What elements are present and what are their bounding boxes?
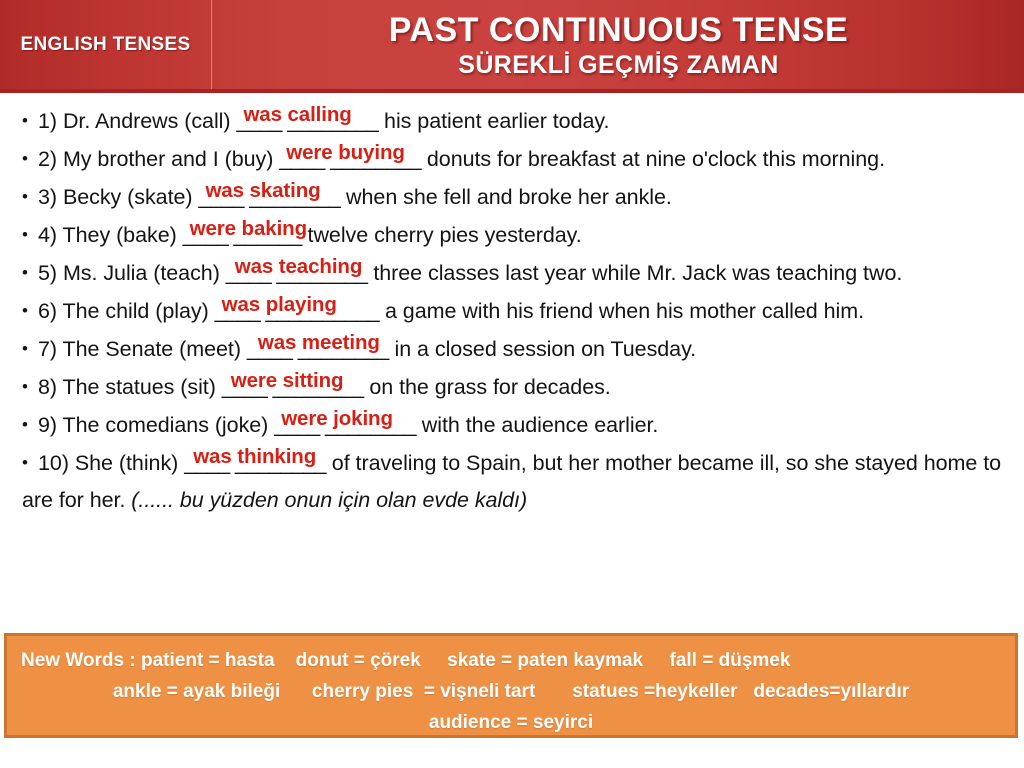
bullet-icon: • bbox=[22, 377, 28, 396]
exercise-prompt: 9) The comedians (joke) bbox=[38, 413, 275, 437]
bullet-icon: • bbox=[22, 339, 28, 358]
exercise-tail: twelve cherry pies yesterday. bbox=[301, 223, 582, 247]
exercise-prompt: 3) Becky (skate) bbox=[38, 185, 199, 209]
bullet-icon: • bbox=[22, 111, 28, 130]
exercise-tail: three classes last year while Mr. Jack w… bbox=[367, 261, 903, 285]
exercise-tail: a game with his friend when his mother c… bbox=[379, 299, 865, 323]
exercise-prompt: 10) She (think) bbox=[38, 451, 185, 475]
bullet-icon: • bbox=[22, 415, 28, 434]
exercise-item: • 8) The statues (sit) ____ ________ were … bbox=[22, 368, 1010, 406]
answer-text: was meeting bbox=[257, 331, 380, 354]
bullet-icon: • bbox=[22, 187, 28, 206]
page-subtitle: SÜREKLİ GEÇMİŞ ZAMAN bbox=[458, 50, 779, 79]
exercise-prompt: 7) The Senate (meet) bbox=[38, 337, 247, 361]
exercise-item: • 5) Ms. Julia (teach) ____ ________ was t… bbox=[22, 254, 1010, 292]
exercise-tail: with the audience earlier. bbox=[415, 413, 659, 437]
exercise-list: • 1) Dr. Andrews (call) ____ ________ was … bbox=[0, 93, 1024, 519]
answer-text: was calling bbox=[243, 103, 352, 126]
answer-text: was playing bbox=[221, 293, 337, 316]
answer-text: were baking bbox=[189, 217, 308, 240]
bullet-icon: • bbox=[22, 263, 28, 282]
exercise-item: • 3) Becky (skate) ____ ________ was skati… bbox=[22, 178, 1010, 216]
exercise-prompt: 4) They (bake) bbox=[38, 223, 183, 247]
exercise-item: • 1) Dr. Andrews (call) ____ ________ was … bbox=[22, 102, 1010, 140]
new-words-box: New Words : patient = hasta donut = çöre… bbox=[4, 633, 1018, 738]
exercise-tail: in a closed session on Tuesday. bbox=[388, 337, 697, 361]
exercise-item: • 10) She (think) ____ ________ was thinki… bbox=[22, 444, 1010, 519]
answer-text: was skating bbox=[205, 179, 321, 202]
bullet-icon: • bbox=[22, 301, 28, 320]
exercise-item: • 4) They (bake) ____ ______ were baking t… bbox=[22, 216, 1010, 254]
exercise-item: • 7) The Senate (meet) ____ ________ was m… bbox=[22, 330, 1010, 368]
title-panel: PAST CONTINUOUS TENSE SÜREKLİ GEÇMİŞ ZAM… bbox=[213, 0, 1024, 89]
exercise-tail: his patient earlier today. bbox=[378, 109, 610, 133]
answer-text: were joking bbox=[281, 407, 393, 430]
bullet-icon: • bbox=[22, 149, 28, 168]
exercise-prompt: 2) My brother and I (buy) bbox=[38, 147, 280, 171]
exercise-prompt: 1) Dr. Andrews (call) bbox=[38, 109, 237, 133]
answer-text: was thinking bbox=[193, 445, 317, 468]
page-title: PAST CONTINUOUS TENSE bbox=[388, 10, 849, 49]
bullet-icon: • bbox=[22, 453, 28, 472]
exercise-item: • 9) The comedians (joke) ____ ________ we… bbox=[22, 406, 1010, 444]
answer-blank[interactable]: ____ ________ was thinking bbox=[184, 445, 326, 482]
exercise-prompt: 8) The statues (sit) bbox=[38, 375, 222, 399]
answer-text: was teaching bbox=[234, 255, 363, 278]
brand-label: ENGLISH TENSES bbox=[20, 33, 191, 55]
exercise-item: • 2) My brother and I (buy) ____ ________… bbox=[22, 140, 1010, 178]
glossary-line: New Words : patient = hasta donut = çöre… bbox=[21, 650, 791, 671]
glossary-line: audience = seyirci bbox=[428, 712, 594, 733]
bullet-icon: • bbox=[22, 225, 28, 244]
translation-note: (...... bu yüzden onun için olan evde ka… bbox=[131, 488, 528, 512]
exercise-prompt: 5) Ms. Julia (teach) bbox=[38, 261, 226, 285]
answer-text: were sitting bbox=[230, 369, 344, 392]
page-header: ENGLISH TENSES PAST CONTINUOUS TENSE SÜR… bbox=[0, 0, 1024, 93]
brand-panel: ENGLISH TENSES bbox=[0, 0, 212, 89]
glossary-line: ankle = ayak bileği cherry pies = vişnel… bbox=[112, 681, 910, 702]
exercise-item: • 6) The child (play) ____ __________ was … bbox=[22, 292, 1010, 330]
exercise-tail: on the grass for decades. bbox=[363, 375, 611, 399]
exercise-tail: donuts for breakfast at nine o'clock thi… bbox=[420, 147, 885, 171]
exercise-prompt: 6) The child (play) bbox=[38, 299, 215, 323]
answer-text: were buying bbox=[286, 141, 405, 164]
exercise-tail: when she fell and broke her ankle. bbox=[340, 185, 672, 209]
